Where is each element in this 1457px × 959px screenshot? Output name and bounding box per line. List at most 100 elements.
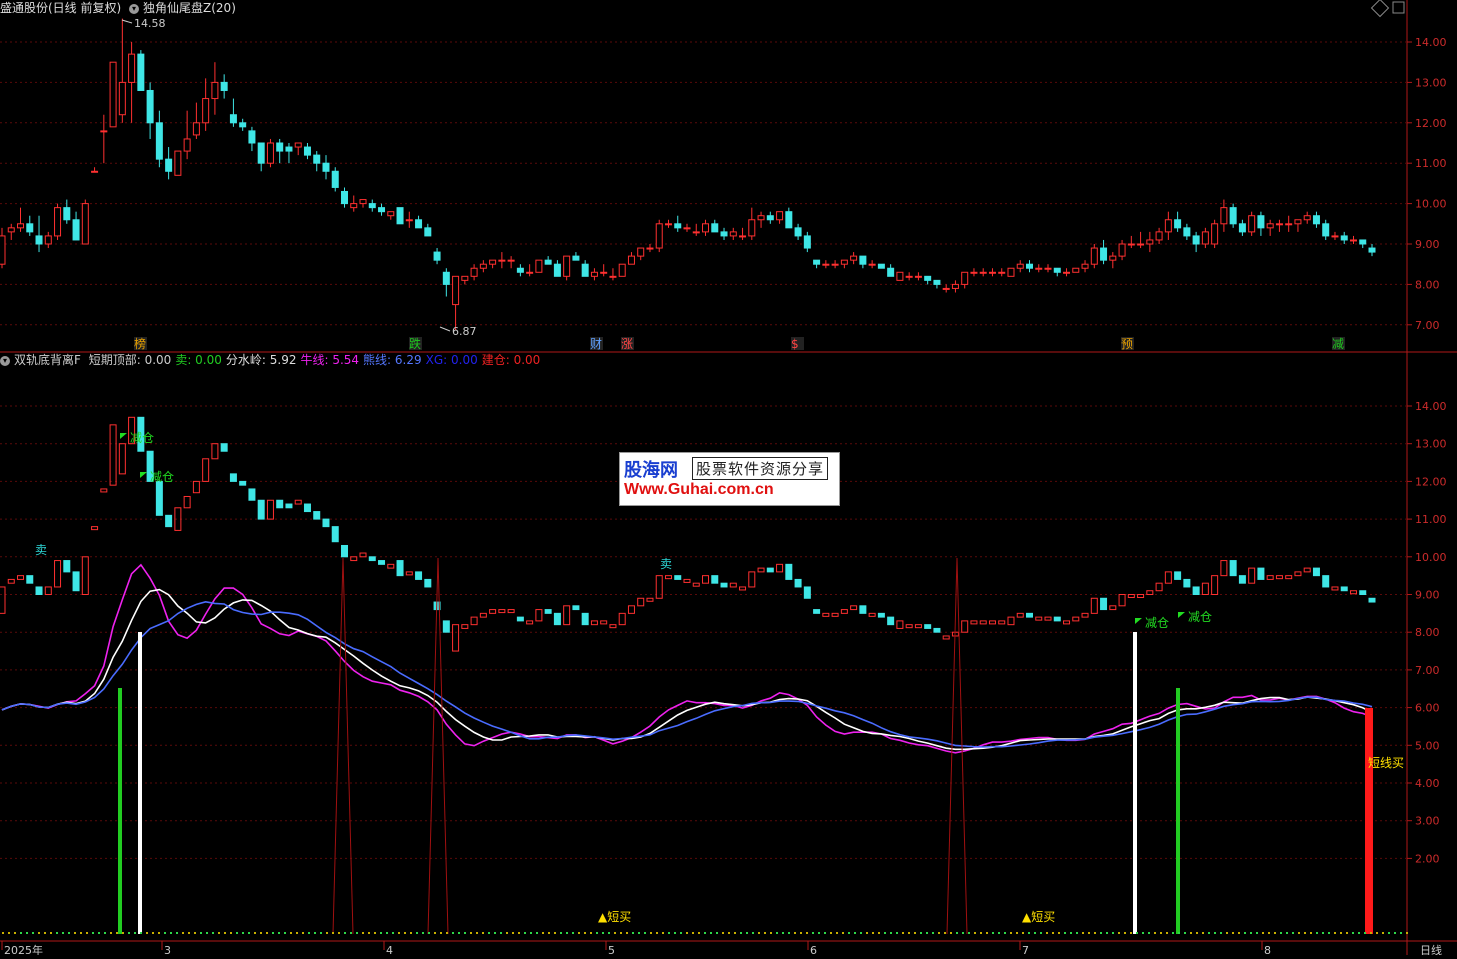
indicator-bar <box>702 575 710 584</box>
indicator-bar <box>405 571 413 576</box>
baseline-dot <box>950 932 952 934</box>
signal-column <box>138 632 142 934</box>
baseline-dot <box>44 932 46 934</box>
baseline-dot <box>884 932 886 934</box>
candle-body <box>109 61 117 128</box>
baseline-dot <box>1196 932 1198 934</box>
baseline-dot <box>1286 932 1288 934</box>
baseline-dot <box>686 932 688 934</box>
baseline-dot <box>1334 932 1336 934</box>
baseline-dot <box>260 932 262 934</box>
baseline-dot <box>560 932 562 934</box>
sub-indicator-name[interactable]: 双轨底背离F <box>14 353 81 367</box>
candle-body <box>1081 263 1089 269</box>
baseline-dot <box>728 932 730 934</box>
candle-body <box>1016 263 1024 269</box>
indicator-bar <box>489 609 497 614</box>
candle-body <box>702 223 710 233</box>
baseline-dot <box>1070 932 1072 934</box>
candle-body <box>1146 239 1154 245</box>
reduce-flag-icon <box>1135 618 1142 624</box>
sub-field-6: 建仓: 0.00 <box>481 353 541 367</box>
candle-body <box>720 231 728 237</box>
main-indicator-name[interactable]: 独角仙尾盘Z(20) <box>143 1 236 15</box>
candle-body <box>1257 215 1265 229</box>
candle-body <box>729 231 737 237</box>
candle-body <box>581 263 589 277</box>
baseline-dot <box>578 932 580 934</box>
baseline-dot <box>1046 932 1048 934</box>
candle-body <box>1294 219 1302 225</box>
diamond-icon <box>1370 0 1390 18</box>
baseline-dot <box>668 932 670 934</box>
candle-body <box>192 122 200 136</box>
baseline-dot <box>890 932 892 934</box>
baseline-dot <box>68 932 70 934</box>
candle-body <box>331 170 339 188</box>
baseline-dot <box>194 932 196 934</box>
indicator-bar <box>1174 571 1182 580</box>
candle-body <box>526 271 534 274</box>
indicator-bar <box>63 560 71 573</box>
indicator-bar <box>341 544 348 558</box>
candle-body <box>1164 219 1172 233</box>
candle-body <box>785 211 793 229</box>
baseline-dot <box>482 932 484 934</box>
baseline-dot <box>674 932 676 934</box>
baseline-dot <box>896 932 898 934</box>
candle-body <box>1220 207 1228 225</box>
baseline-dot <box>1112 932 1114 934</box>
baseline-dot <box>356 932 358 934</box>
candle-body <box>322 162 330 172</box>
baseline-dot <box>1310 932 1312 934</box>
indicator-bar <box>766 567 774 573</box>
candle-body <box>1183 227 1191 237</box>
sub-axis-label: 11.00 <box>1415 513 1447 526</box>
event-marker: 涨 <box>621 336 633 351</box>
main-axis-label: 14.00 <box>1415 36 1447 49</box>
baseline-dot <box>62 932 64 934</box>
baseline-dot <box>1316 932 1318 934</box>
indicator-bar <box>822 612 830 617</box>
baseline-dot <box>680 932 682 934</box>
main-axis-label: 7.00 <box>1415 319 1440 332</box>
signal-column <box>118 688 122 934</box>
baseline-dot <box>476 932 478 934</box>
baseline-dot <box>110 932 112 934</box>
baseline-dot <box>1118 932 1120 934</box>
candle-body <box>387 211 395 217</box>
spike-line <box>427 557 449 935</box>
indicator-bar <box>942 635 950 640</box>
event-marker: 减 <box>1332 337 1344 351</box>
baseline-dot <box>1256 932 1258 934</box>
candle-body <box>739 235 747 238</box>
indicator-bar <box>0 586 6 614</box>
sub-indicator-toggle-icon[interactable]: ▾ <box>0 355 10 366</box>
indicator-bar <box>1285 575 1293 580</box>
high-price-annotation: 14.58 <box>134 17 166 30</box>
candle-body <box>405 219 413 222</box>
baseline-dot <box>1010 932 1012 934</box>
indicator-bar <box>1053 616 1061 622</box>
baseline-dot <box>608 932 610 934</box>
time-label: 5 <box>608 944 615 955</box>
baseline-dot <box>980 932 982 934</box>
sub-field-3: 牛线: 5.54 <box>300 353 360 367</box>
baseline-dot <box>1208 932 1210 934</box>
candle-body <box>1368 247 1376 253</box>
candle-body <box>1072 267 1080 273</box>
baseline-dot <box>818 932 820 934</box>
indicator-bar <box>850 605 858 611</box>
baseline-dot <box>1232 932 1234 934</box>
candle-body <box>711 223 719 233</box>
indicator-bar <box>877 612 885 618</box>
indicator-bar <box>1220 560 1228 577</box>
indicator-toggle-icon[interactable]: ▾ <box>129 3 140 14</box>
candle-body <box>1349 239 1357 242</box>
indicator-bar <box>553 612 561 626</box>
baseline-dot <box>512 932 514 934</box>
candle-body <box>137 53 145 91</box>
indicator-bar <box>276 499 284 509</box>
candle-body <box>831 263 839 266</box>
baseline-dot <box>1328 932 1330 934</box>
